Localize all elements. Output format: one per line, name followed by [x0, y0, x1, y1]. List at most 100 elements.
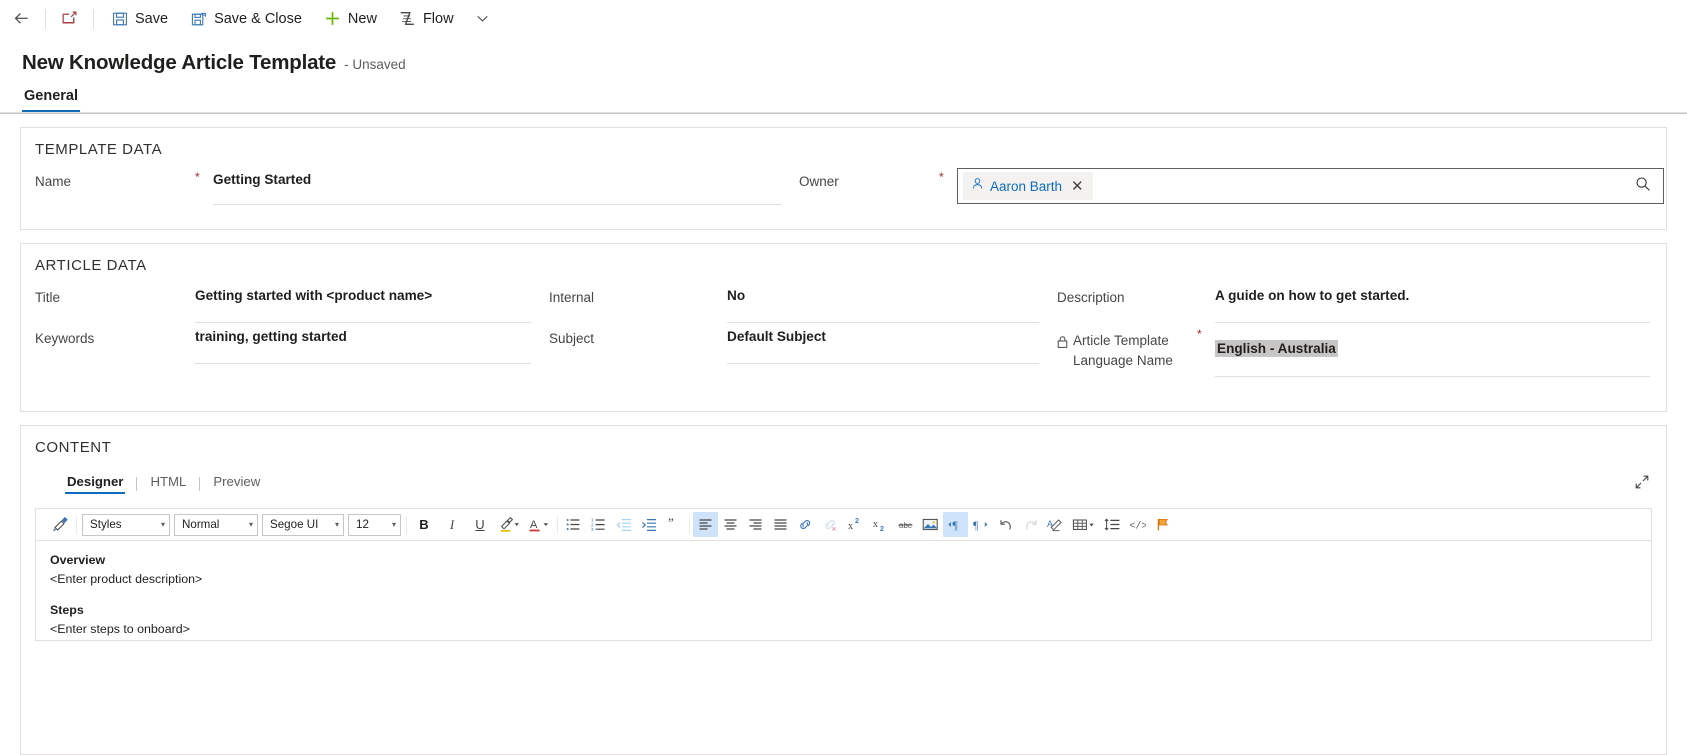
keywords-field[interactable]: training, getting started [195, 325, 531, 364]
italic-button[interactable]: I [438, 512, 466, 537]
chevron-down-icon: ▾ [160, 520, 165, 529]
svg-text:A: A [1047, 519, 1053, 529]
owner-lookup-field[interactable]: Aaron Barth ✕ [957, 168, 1664, 204]
decrease-indent-button[interactable] [611, 512, 636, 537]
name-field[interactable]: Getting Started [213, 168, 781, 205]
align-center-button[interactable] [718, 512, 743, 537]
bulleted-list-button[interactable] [561, 512, 586, 537]
align-justify-button[interactable] [768, 512, 793, 537]
strikethrough-button[interactable]: abc [893, 512, 918, 537]
toolbar-divider-2 [406, 515, 407, 534]
article-data-column-2: Internal No Subject Default Subject [531, 284, 1039, 377]
new-button[interactable]: New [313, 0, 388, 37]
chevron-down-icon: ▾ [334, 520, 339, 529]
section-content: CONTENT Designer HTML Preview Styles ▾ N… [20, 425, 1667, 755]
undo-button[interactable] [993, 512, 1018, 537]
editor-toolbar: Styles ▾ Normal ▾ Segoe UI ▾ 12 ▾ B I U … [36, 509, 1651, 541]
superscript-button[interactable]: x2 [843, 512, 868, 537]
font-color-button[interactable]: A [524, 512, 554, 537]
editor-paragraph-steps: <Enter steps to onboard> [50, 622, 190, 636]
format-painter-icon[interactable] [48, 512, 73, 537]
svg-text:”: ” [668, 517, 674, 530]
highlight-color-button[interactable] [494, 512, 524, 537]
lock-icon [1057, 331, 1068, 354]
save-disk-icon [111, 10, 128, 27]
section-article-data: ARTICLE DATA Title Getting started with … [20, 243, 1667, 412]
owner-search-button[interactable] [1627, 176, 1659, 197]
required-asterisk: * [939, 170, 944, 184]
unsaved-status: - Unsaved [344, 57, 406, 72]
subscript-button[interactable]: x2 [868, 512, 893, 537]
language-label-wrap: Article Template Language Name [1057, 325, 1197, 377]
underline-button[interactable]: U [466, 512, 494, 537]
save-button[interactable]: Save [100, 0, 179, 37]
back-button[interactable] [4, 0, 39, 37]
arrow-left-icon [13, 10, 30, 27]
tab-general[interactable]: General [22, 88, 80, 112]
language-field[interactable]: English - Australia [1215, 325, 1650, 377]
source-code-button[interactable]: </> [1125, 512, 1150, 537]
remove-link-button[interactable] [818, 512, 843, 537]
flow-more-button[interactable] [465, 0, 500, 37]
save-and-close-button[interactable]: Save & Close [179, 0, 313, 37]
subject-value: Default Subject [727, 329, 826, 344]
editor-paragraph-product-description: <Enter product description> [50, 572, 203, 586]
popout-button[interactable] [52, 0, 87, 37]
font-family-select[interactable]: Segoe UI ▾ [262, 513, 344, 536]
redo-button[interactable] [1018, 512, 1043, 537]
numbered-list-button[interactable]: 1 2 3 [586, 512, 611, 537]
subject-field[interactable]: Default Subject [727, 325, 1039, 364]
subject-label: Subject [549, 331, 595, 346]
subtab-html[interactable]: HTML [137, 474, 199, 494]
owner-label-wrap: Owner [799, 168, 939, 204]
insert-image-button[interactable] [918, 512, 943, 537]
svg-text:A: A [530, 519, 538, 531]
insert-link-button[interactable] [793, 512, 818, 537]
flag-icon[interactable] [1150, 512, 1175, 537]
insert-table-button[interactable] [1068, 512, 1100, 537]
internal-value: No [727, 288, 746, 303]
expand-editor-button[interactable] [1634, 474, 1650, 495]
internal-label: Internal [549, 290, 595, 305]
editor-heading-steps: Steps [50, 603, 84, 617]
styles-select[interactable]: Styles ▾ [82, 513, 170, 536]
language-required-wrap: * [1197, 325, 1215, 377]
description-field[interactable]: A guide on how to get started. [1215, 284, 1650, 323]
flow-label: Flow [422, 10, 454, 27]
toolbar-divider-3 [557, 515, 558, 534]
form-canvas: TEMPLATE DATA Name * Getting Started Own… [0, 127, 1687, 755]
internal-label-wrap: Internal [549, 284, 727, 323]
internal-field[interactable]: No [727, 284, 1039, 323]
line-spacing-button[interactable] [1100, 512, 1125, 537]
person-icon [971, 177, 984, 195]
styles-select-label: Styles [90, 518, 122, 531]
subtab-preview[interactable]: Preview [200, 474, 273, 494]
command-divider-2 [93, 8, 94, 29]
owner-chip[interactable]: Aaron Barth ✕ [963, 172, 1093, 200]
align-right-button[interactable] [743, 512, 768, 537]
svg-text:3: 3 [591, 527, 594, 532]
chevron-down-icon [474, 10, 491, 27]
align-left-button[interactable] [693, 512, 718, 537]
right-to-left-button[interactable]: ¶ [968, 512, 993, 537]
title-field[interactable]: Getting started with <product name> [195, 284, 531, 323]
subtab-designer[interactable]: Designer [54, 474, 136, 494]
blockquote-button[interactable]: ” [661, 512, 686, 537]
toolbar-divider-1 [76, 515, 77, 534]
increase-indent-button[interactable] [636, 512, 661, 537]
paragraph-format-label: Normal [182, 518, 220, 531]
owner-required-wrap: * [939, 168, 957, 204]
article-data-column-1: Title Getting started with <product name… [21, 284, 531, 377]
flow-button[interactable]: Flow [388, 0, 465, 37]
editor-content-area[interactable]: Overview <Enter product description> Ste… [36, 541, 1651, 640]
close-icon[interactable]: ✕ [1068, 179, 1087, 194]
save-and-close-label: Save & Close [214, 10, 302, 27]
section-template-data: TEMPLATE DATA Name * Getting Started Own… [20, 127, 1667, 230]
paragraph-format-select[interactable]: Normal ▾ [174, 513, 258, 536]
name-label: Name [35, 174, 72, 189]
clear-formatting-button[interactable]: A [1043, 512, 1068, 537]
bold-button[interactable]: B [410, 512, 438, 537]
font-size-select[interactable]: 12 ▾ [348, 513, 401, 536]
left-to-right-button[interactable]: ¶ [943, 512, 968, 537]
save-label: Save [135, 10, 169, 27]
